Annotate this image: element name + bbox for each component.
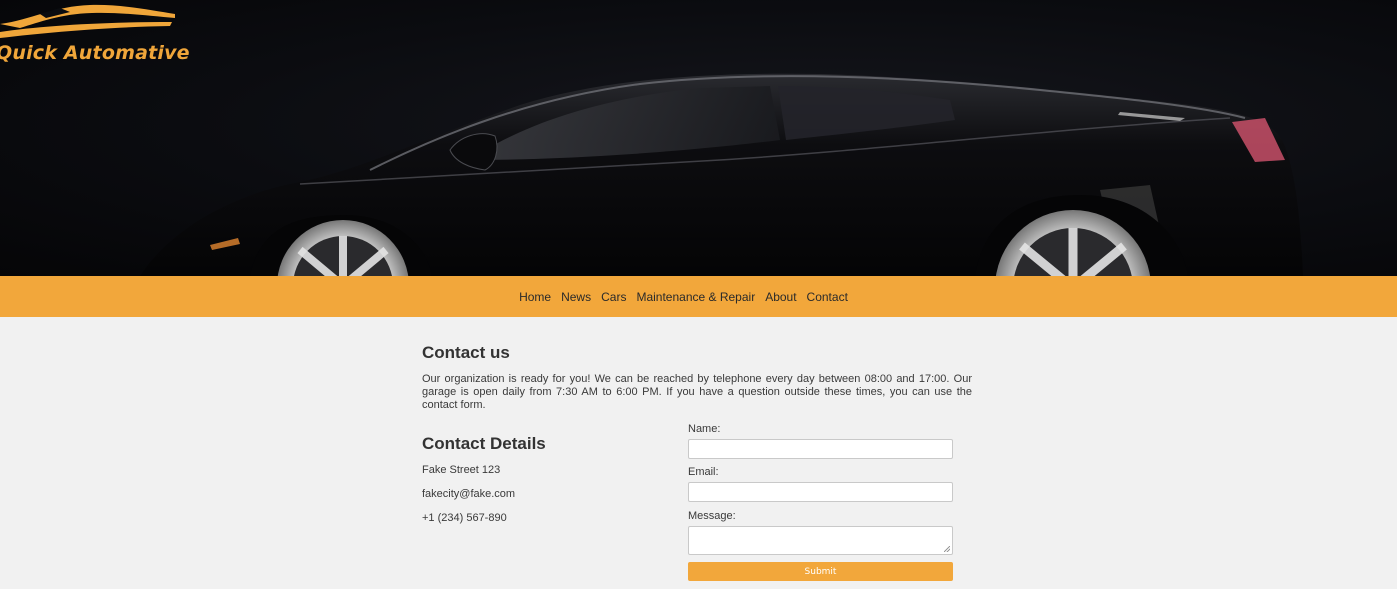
contact-phone: +1 (234) 567-890 [422,512,507,524]
name-input[interactable] [688,439,953,459]
submit-button[interactable]: Submit [688,562,953,581]
resize-handle-icon[interactable] [944,546,950,552]
email-input[interactable] [688,482,953,502]
nav-about-link[interactable]: About [765,290,796,304]
brand-logo[interactable]: Quick Automative [0,0,190,70]
message-textarea[interactable] [688,526,953,555]
nav-list: Home News Cars Maintenance & Repair Abou… [519,288,848,306]
brand-name: Quick Automative [0,42,190,64]
car-silhouette-icon [0,4,175,38]
hero-banner: Quick Automative [0,0,1397,276]
contact-section: Contact us Our organization is ready for… [0,317,1397,589]
contact-intro: Our organization is ready for you! We ca… [422,373,972,411]
contact-address: Fake Street 123 [422,464,501,476]
sports-car-image [140,73,1303,276]
contact-details-title: Contact Details [422,434,546,453]
contact-email: fakecity@fake.com [422,488,516,500]
page-title: Contact us [422,343,510,362]
nav-maintenance-link[interactable]: Maintenance & Repair [636,290,755,304]
message-label: Message: [688,510,736,522]
main-navigation: Home News Cars Maintenance & Repair Abou… [0,276,1397,317]
nav-contact-link[interactable]: Contact [807,290,848,304]
nav-news-link[interactable]: News [561,290,591,304]
nav-cars-link[interactable]: Cars [601,290,626,304]
name-label: Name: [688,423,721,435]
nav-home-link[interactable]: Home [519,290,551,304]
email-label: Email: [688,466,719,478]
